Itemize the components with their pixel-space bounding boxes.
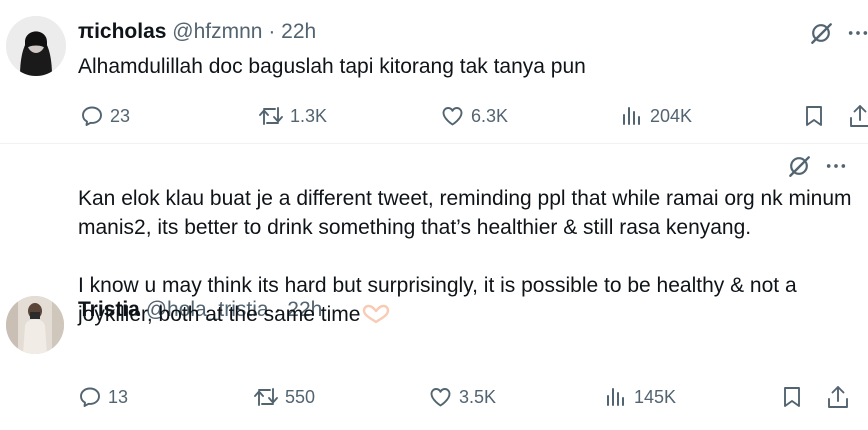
heart-hands-emoji — [363, 304, 390, 324]
tweet-text: Alhamdulillah doc baguslah tapi kitorang… — [78, 55, 586, 78]
display-name[interactable]: πicholas — [78, 20, 166, 43]
reply-button[interactable]: 23 — [80, 104, 130, 128]
bookmark-icon[interactable] — [802, 104, 826, 128]
like-count: 3.5K — [459, 387, 497, 407]
views-count: 204K — [650, 106, 693, 126]
views-count: 145K — [634, 387, 677, 407]
grok-slash-icon[interactable] — [808, 20, 834, 46]
repost-button[interactable]: 550 — [253, 385, 315, 409]
repost-button[interactable]: 1.3K — [258, 104, 327, 128]
handle[interactable]: @hfzmnn — [172, 20, 262, 43]
heart-icon — [442, 107, 463, 126]
views-bars-icon — [623, 107, 640, 125]
reply-count: 13 — [108, 387, 129, 407]
views-button[interactable]: 145K — [606, 385, 676, 409]
tweet-paragraph: I know u may think its hard but surprisi… — [78, 274, 797, 326]
avatar[interactable] — [6, 296, 64, 354]
bookmark-icon[interactable] — [780, 385, 804, 409]
like-button[interactable]: 6.3K — [440, 104, 508, 128]
like-button[interactable]: 3.5K — [428, 385, 496, 409]
tweet-paragraph-with-emoji: I know u may think its hard but surprisi… — [78, 271, 863, 329]
avatar[interactable] — [6, 16, 66, 76]
grok-slash-icon[interactable] — [786, 153, 812, 179]
separator: · — [268, 20, 276, 43]
more-dots-icon[interactable] — [847, 22, 868, 44]
views-bars-icon — [607, 388, 624, 406]
repost-arrows-icon — [254, 388, 278, 406]
avatar-image — [6, 296, 64, 354]
timestamp[interactable]: 22h — [281, 20, 316, 43]
tweet-text: Kan elok klau buat je a different tweet,… — [78, 184, 863, 329]
repost-count: 550 — [285, 387, 316, 407]
reply-bubble-icon — [80, 387, 100, 407]
avatar-image — [6, 16, 66, 76]
share-upload-icon[interactable] — [826, 384, 850, 410]
tweet-paragraph: Kan elok klau buat je a different tweet,… — [78, 187, 852, 239]
reply-bubble-icon — [82, 106, 102, 126]
like-count: 6.3K — [471, 106, 509, 126]
repost-count: 1.3K — [290, 106, 328, 126]
tweet-2[interactable]: Tristia @hola_tristia · 22h Kan elok kla… — [0, 144, 868, 430]
share-upload-icon[interactable] — [848, 103, 868, 129]
tweet-header: πicholas @hfzmnn · 22h — [78, 19, 316, 45]
tweet-1[interactable]: πicholas @hfzmnn · 22h Alhamdulillah doc… — [0, 0, 868, 144]
more-dots-icon[interactable] — [825, 155, 847, 177]
reply-button[interactable]: 13 — [78, 385, 128, 409]
views-button[interactable]: 204K — [622, 104, 692, 128]
repost-arrows-icon — [259, 107, 283, 125]
heart-icon — [430, 388, 451, 407]
reply-count: 23 — [110, 106, 131, 126]
